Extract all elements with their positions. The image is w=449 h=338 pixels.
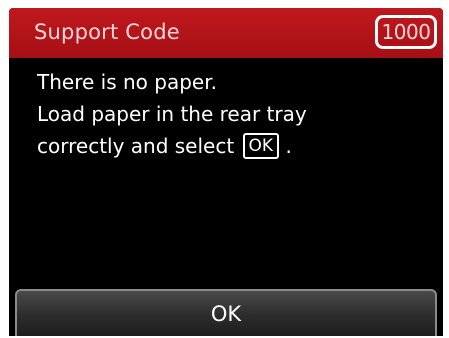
- message-line-2: Load paper in the rear tray: [37, 102, 307, 126]
- support-code-value: 1000: [381, 20, 431, 44]
- ok-key-glyph: OK: [242, 133, 280, 159]
- printer-lcd-screen: Support Code 1000 There is no paper. Loa…: [9, 8, 443, 336]
- message-line-3: correctly and select OK .: [37, 130, 437, 162]
- message-line-3-suffix: .: [285, 134, 292, 158]
- message-line-1: There is no paper.: [37, 70, 217, 94]
- ok-button-label: OK: [210, 301, 242, 326]
- ok-button[interactable]: OK: [15, 289, 437, 336]
- message-line-3-text: correctly and select: [37, 134, 235, 158]
- support-code-badge: 1000: [375, 15, 437, 49]
- header-bar: Support Code 1000: [9, 8, 443, 58]
- error-message: There is no paper. Load paper in the rea…: [37, 66, 437, 162]
- support-code-title: Support Code: [34, 20, 180, 44]
